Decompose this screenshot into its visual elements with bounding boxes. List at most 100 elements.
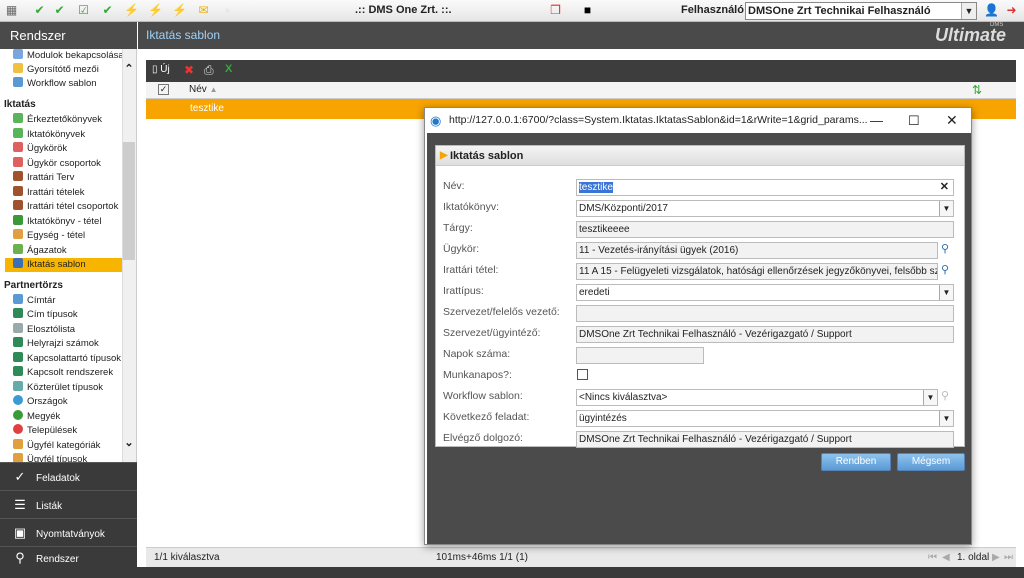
clear-icon[interactable]: ✕ (940, 180, 949, 195)
column-header-nev[interactable]: Név ▲ (189, 84, 218, 95)
stop-icon[interactable]: ■ (580, 3, 595, 18)
check-list-icon[interactable]: ☑ (76, 3, 91, 18)
sidebar-item-kapcsolt-rendszerek[interactable]: Kapcsolt rendszerek (13, 366, 113, 380)
sidebar-button-feladatok[interactable]: ✓ Feladatok (0, 462, 137, 490)
workflow-sablon-select[interactable]: <Nincs kiválasztva> ▼ (576, 389, 938, 406)
app-title: .:: DMS One Zrt. ::. (355, 4, 452, 16)
label-ugykor: Ügykör: (443, 243, 480, 255)
minimize-icon[interactable]: — (870, 108, 883, 133)
sidebar-item-ugyfel-kategoriak[interactable]: Ügyfél kategóriák (13, 439, 100, 453)
ugykor-input[interactable]: 11 - Vezetés-irányítási ügyek (2016) (576, 242, 938, 259)
bookmark-icon[interactable]: ❒ (548, 3, 563, 18)
napok-szama-input[interactable] (576, 347, 704, 364)
branch-icon (13, 244, 23, 254)
section-iktatas: Iktatás (4, 99, 36, 110)
sidebar-item-irattari-terv[interactable]: Irattári Terv (13, 171, 74, 185)
sidebar-item-modulok[interactable]: Modulok bekapcsolása (13, 49, 124, 63)
prev-page-icon[interactable]: ◀ (942, 548, 950, 567)
sidebar-item-iktatokonyvek[interactable]: Iktatókönyvek (13, 128, 85, 142)
check-icon[interactable]: ✔ (32, 3, 47, 18)
first-page-icon[interactable]: ⏮ (928, 548, 937, 567)
search-icon[interactable]: ⚲ (941, 242, 949, 255)
logout-icon[interactable]: ➜ (1004, 3, 1019, 18)
ok-button[interactable]: Rendben (821, 453, 891, 471)
sidebar-item-egyseg-tetel[interactable]: Egység - tétel (13, 229, 85, 243)
sidebar-item-workflow[interactable]: Workflow sablon (13, 77, 97, 91)
szervezet-ugyintezo-input[interactable]: DMSOne Zrt Technikai Felhasználó - Vezér… (576, 326, 954, 343)
sidebar-item-ugyfel-tipusok[interactable]: Ügyfél típusok (13, 453, 87, 462)
sidebar-item-kapcsolattarto[interactable]: Kapcsolattartó típusok (13, 352, 121, 366)
brand-small: DMS (990, 22, 1004, 28)
status-bar: 1/1 kiválasztva 101ms+46ms 1/1 (1) ⏮ ◀ 1… (146, 547, 1016, 567)
cancel-button[interactable]: Mégsem (897, 453, 965, 471)
sidebar-item-iktatas-sablon[interactable]: Iktatás sablon (5, 258, 122, 272)
scroll-down-icon[interactable]: ⌄ (122, 436, 136, 450)
sidebar-item-erkezteto[interactable]: Érkeztetőkönyvek (13, 113, 102, 127)
new-doc-icon: ▯ (152, 64, 158, 75)
print-icon[interactable]: ⎙ (204, 63, 214, 78)
irattari-tetel-input[interactable]: 11 A 15 - Felügyeleti vizsgálatok, hatós… (576, 263, 938, 280)
sidebar-button-nyomtatvanyok[interactable]: ▣ Nyomtatványok (0, 518, 137, 546)
close-icon[interactable]: ✕ (946, 108, 958, 133)
sidebar-item-iktatokonyv-tetel[interactable]: Iktatókönyv - tétel (13, 215, 101, 229)
check-green-icon[interactable]: ✔ (100, 3, 115, 18)
search-icon: ⚲ (15, 550, 25, 565)
globe-icon (13, 395, 23, 405)
sidebar-item-cim-tipusok[interactable]: Cím típusok (13, 308, 78, 322)
iktatokonyv-select[interactable]: DMS/Központi/2017 ▼ (576, 200, 954, 217)
popup-body: ▶ Iktatás sablon Név: tesztike ✕ Iktatókö… (427, 133, 971, 544)
lightning-blue-icon[interactable]: ⚡ (148, 3, 163, 18)
sidebar-scroll-thumb[interactable] (123, 142, 135, 260)
sidebar-item-agazatok[interactable]: Ágazatok (13, 244, 67, 258)
globe-icon (13, 410, 23, 420)
page-title: Iktatás sablon (138, 22, 1024, 49)
last-page-icon[interactable]: ⏭ (1004, 548, 1013, 567)
user-select[interactable]: DMSOne Zrt Technikai Felhasználó (Suppor… (745, 2, 977, 33)
kovetkezo-feladat-value: ügyintézés (579, 413, 627, 424)
search-icon[interactable]: ⚲ (941, 263, 949, 276)
nev-input[interactable]: tesztike ✕ (576, 179, 954, 196)
targy-value: tesztikeeee (579, 224, 630, 235)
sidebar-item-orszagok[interactable]: Országok (13, 395, 68, 409)
unit-icon (13, 229, 23, 239)
irattipus-select[interactable]: eredeti ▼ (576, 284, 954, 301)
lightning-green-icon[interactable]: ⚡ (124, 3, 139, 18)
app-icon[interactable]: ▦ (4, 3, 19, 18)
sidebar-item-elosztolista[interactable]: Elosztólista (13, 323, 75, 337)
note-icon[interactable]: ▫ (220, 3, 235, 18)
sidebar-item-megyek[interactable]: Megyék (13, 410, 60, 424)
lightning-red-icon[interactable]: ⚡ (172, 3, 187, 18)
sidebar-item-telepulesek[interactable]: Települések (13, 424, 77, 438)
type-icon (13, 308, 23, 318)
targy-input[interactable]: tesztikeeee (576, 221, 954, 238)
next-page-icon[interactable]: ▶ (992, 548, 1000, 567)
chevron-down-icon: ▼ (939, 285, 953, 300)
maximize-icon[interactable]: ☐ (908, 108, 920, 133)
sidebar-item-ugykorok[interactable]: Ügykörök (13, 142, 67, 156)
sidebar-item-gyorsito[interactable]: Gyorsítótő mezői (13, 63, 99, 77)
munkanapos-checkbox[interactable] (577, 369, 588, 380)
sidebar-item-ugykor-csoportok[interactable]: Ügykör csoportok (13, 157, 101, 171)
refresh-icon[interactable]: ⇅ (972, 83, 982, 97)
delete-icon[interactable]: ✖ (184, 63, 194, 77)
szervezet-vezeto-input[interactable] (576, 305, 954, 322)
sidebar-item-irattari-tetel-csoportok[interactable]: Irattári tétel csoportok (13, 200, 118, 214)
elvegzo-dolgozo-input[interactable]: DMSOne Zrt Technikai Felhasználó - Vezér… (576, 431, 954, 448)
scroll-up-icon[interactable]: ⌃ (122, 62, 136, 76)
kovetkezo-feladat-select[interactable]: ügyintézés ▼ (576, 410, 954, 427)
mail-icon[interactable]: ✉ (196, 3, 211, 18)
select-all-checkbox[interactable]: ✓ (158, 84, 169, 95)
sidebar-item-kozterulet[interactable]: Közterület típusok (13, 381, 103, 395)
module-icon (13, 49, 23, 59)
sidebar-button-listak[interactable]: ☰ Listák (0, 490, 137, 518)
check-double-icon[interactable]: ✔ (52, 3, 67, 18)
sidebar-item-irattari-tetelek[interactable]: Irattári tételek (13, 186, 85, 200)
sidebar-item-helyrajzi[interactable]: Helyrajzi számok (13, 337, 99, 351)
search-icon[interactable]: ⚲ (941, 389, 949, 402)
sidebar-item-cimtar[interactable]: Címtár (13, 294, 56, 308)
label-munkanapos: Munkanapos?: (443, 369, 512, 381)
person-icon[interactable]: 👤 (984, 3, 999, 18)
sidebar-button-rendszer[interactable]: ⚲ Rendszer (0, 546, 137, 567)
new-button[interactable]: ▯ Új (152, 64, 170, 75)
excel-icon[interactable]: X (225, 63, 232, 75)
